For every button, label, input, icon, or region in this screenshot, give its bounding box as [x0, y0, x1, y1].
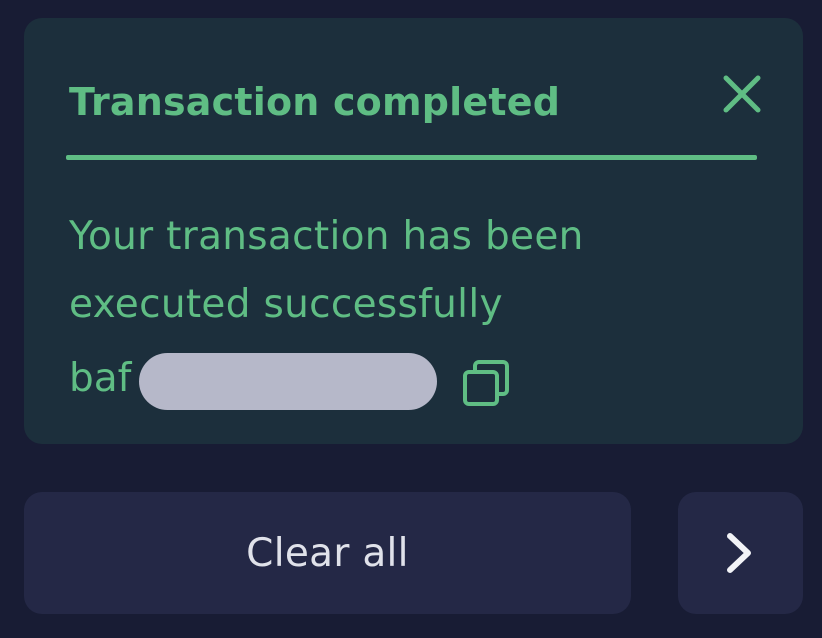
copy-hash-button[interactable]: [461, 358, 515, 410]
notification-message: Your transaction has been executed succe…: [69, 214, 584, 327]
next-button[interactable]: [678, 492, 803, 614]
notification-title: Transaction completed: [69, 80, 561, 124]
copy-icon: [463, 360, 509, 406]
notification-divider: [66, 155, 757, 160]
clear-all-button[interactable]: Clear all: [24, 492, 631, 614]
chevron-right-icon: [727, 533, 751, 573]
transaction-notification: Transaction completed Your transaction h…: [24, 18, 803, 444]
clear-all-label: Clear all: [246, 530, 409, 576]
close-icon: [723, 75, 761, 113]
transaction-hash-redacted: [139, 353, 437, 410]
close-button[interactable]: [716, 68, 768, 120]
transaction-hash-prefix: baf: [69, 356, 132, 401]
